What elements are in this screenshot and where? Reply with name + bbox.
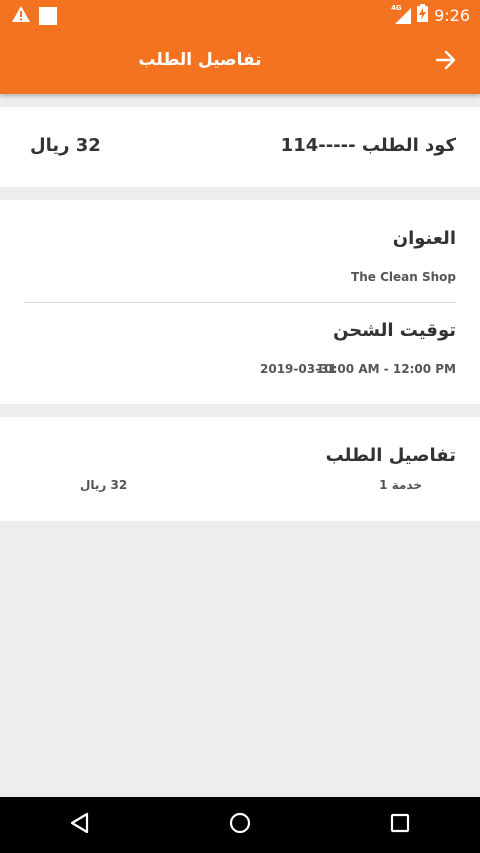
order-code: كود الطلب -----114 [280, 135, 456, 156]
details-title: تفاصيل الطلب [325, 445, 456, 466]
shipping-date: 2019-03-31 [260, 362, 337, 376]
nav-back-button[interactable] [50, 797, 110, 853]
recents-square-icon [389, 812, 411, 838]
address-value: The Clean Shop [351, 270, 456, 284]
item-name: خدمة 1 [379, 478, 422, 492]
back-triangle-icon [69, 812, 91, 838]
status-bar: 4G 9:26 [0, 0, 480, 30]
shipping-label: توقيت الشحن [333, 320, 456, 341]
battery-icon [417, 4, 429, 26]
address-label: العنوان [392, 228, 456, 249]
status-right-icons: 4G 9:26 [391, 4, 470, 26]
item-price: 32 ريال [80, 478, 128, 492]
arrow-right-icon [435, 50, 457, 74]
home-circle-icon [228, 811, 252, 839]
divider [24, 302, 456, 303]
nav-home-button[interactable] [210, 797, 270, 853]
order-summary-card: كود الطلب -----114 32 ريال [0, 107, 480, 187]
nav-recents-button[interactable] [370, 797, 430, 853]
navigation-bar [0, 797, 480, 853]
status-left-icons [12, 6, 57, 26]
status-time: 9:26 [434, 5, 470, 25]
page-title: تفاصيل الطلب [138, 50, 262, 70]
order-price: 32 ريال [30, 135, 101, 156]
address-card: العنوان The Clean Shop توقيت الشحن 10:00… [0, 200, 480, 404]
signal-icon: 4G [391, 4, 412, 24]
warning-icon [12, 6, 30, 26]
order-details-card: تفاصيل الطلب خدمة 1 32 ريال [0, 417, 480, 521]
shipping-time: 10:00 AM - 12:00 PM [315, 362, 456, 376]
back-button[interactable] [432, 48, 460, 76]
notification-square-icon [39, 7, 57, 25]
app-bar: تفاصيل الطلب [0, 30, 480, 94]
